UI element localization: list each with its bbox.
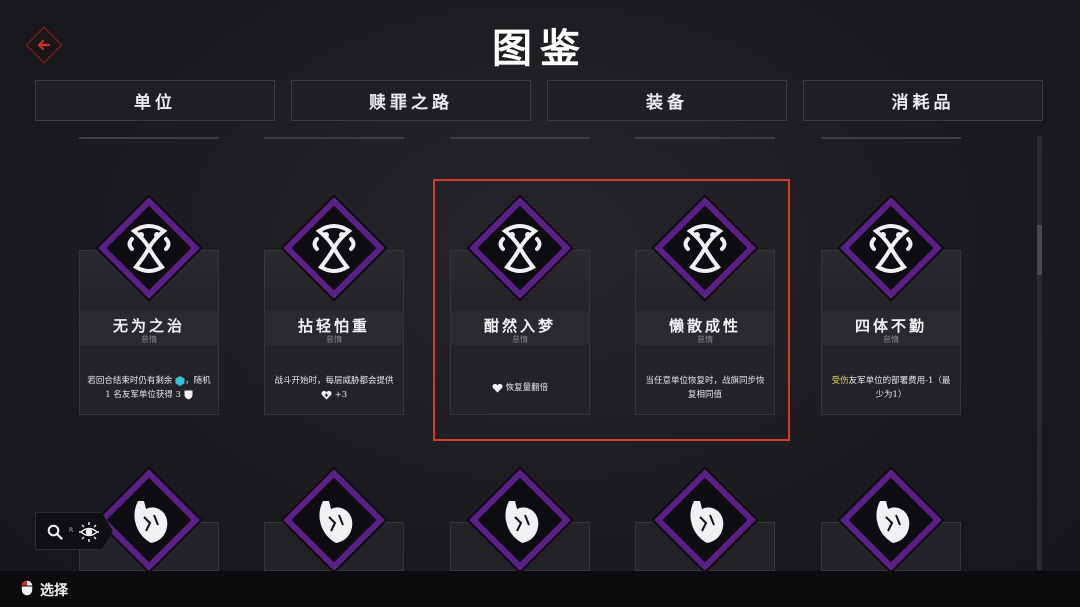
previous-row-edge — [264, 136, 404, 139]
page-title: 图鉴 — [492, 25, 588, 72]
search-icon — [47, 524, 63, 540]
mouse-left-click-icon — [21, 580, 33, 596]
sloth-sigil-icon — [869, 224, 913, 273]
tab-redemption-road[interactable]: 赎罪之路 — [291, 80, 531, 121]
previous-row-edge — [79, 136, 219, 139]
previous-row-edge — [821, 136, 961, 139]
beast-sigil-icon — [319, 501, 353, 543]
card-title: 四体不勤 — [854, 317, 927, 335]
tab-equipment[interactable]: 装备 — [547, 80, 787, 121]
card-description: 若回合结束时仍有剩余 ，随机1 名友军单位获得 3 — [87, 375, 211, 400]
card-description: 战斗开始时，每层威胁都会提供 +3 — [274, 376, 394, 400]
card-category: 怠惰 — [326, 335, 342, 344]
key-hint: R — [69, 527, 74, 534]
card-category: 怠惰 — [141, 335, 157, 344]
heart-plus-icon — [321, 390, 332, 399]
wolf-sin-emblem — [279, 465, 389, 575]
sloth-sigil-icon — [127, 224, 171, 273]
tab-consumables[interactable]: 消耗品 — [803, 80, 1043, 121]
search-filter-widget[interactable]: R — [35, 512, 113, 550]
sloth-sin-emblem — [94, 193, 204, 303]
tab-units[interactable]: 单位 — [35, 80, 275, 121]
wolf-sin-emblem — [650, 465, 760, 575]
scrollbar-thumb[interactable] — [1037, 225, 1042, 275]
wolf-sin-emblem — [465, 465, 575, 575]
filter-eye-icon — [79, 522, 99, 542]
beast-sigil-icon — [690, 501, 724, 543]
card-title: 无为之治 — [112, 317, 185, 335]
sloth-sin-emblem — [279, 193, 389, 303]
beast-sigil-icon — [134, 501, 168, 543]
card-category: 怠惰 — [883, 335, 899, 344]
previous-row-edge — [450, 136, 590, 139]
armor-shield-icon — [184, 390, 193, 399]
wolf-sin-emblem — [94, 465, 204, 575]
card-description: 受伤友军单位的部署费用-1（最少为1） — [831, 376, 951, 400]
card-title: 拈轻怕重 — [297, 317, 370, 335]
footer-bar — [0, 571, 1080, 607]
select-prompt: 选择 — [40, 583, 68, 599]
sloth-sigil-icon — [312, 224, 356, 273]
shield-hex-icon — [175, 375, 185, 386]
beast-sigil-icon — [505, 501, 539, 543]
previous-row-edge — [635, 136, 775, 139]
selection-highlight-box — [433, 179, 790, 441]
scrollbar-track[interactable] — [1037, 136, 1042, 570]
sloth-sin-emblem — [836, 193, 946, 303]
wolf-sin-emblem — [836, 465, 946, 575]
beast-sigil-icon — [876, 501, 910, 543]
